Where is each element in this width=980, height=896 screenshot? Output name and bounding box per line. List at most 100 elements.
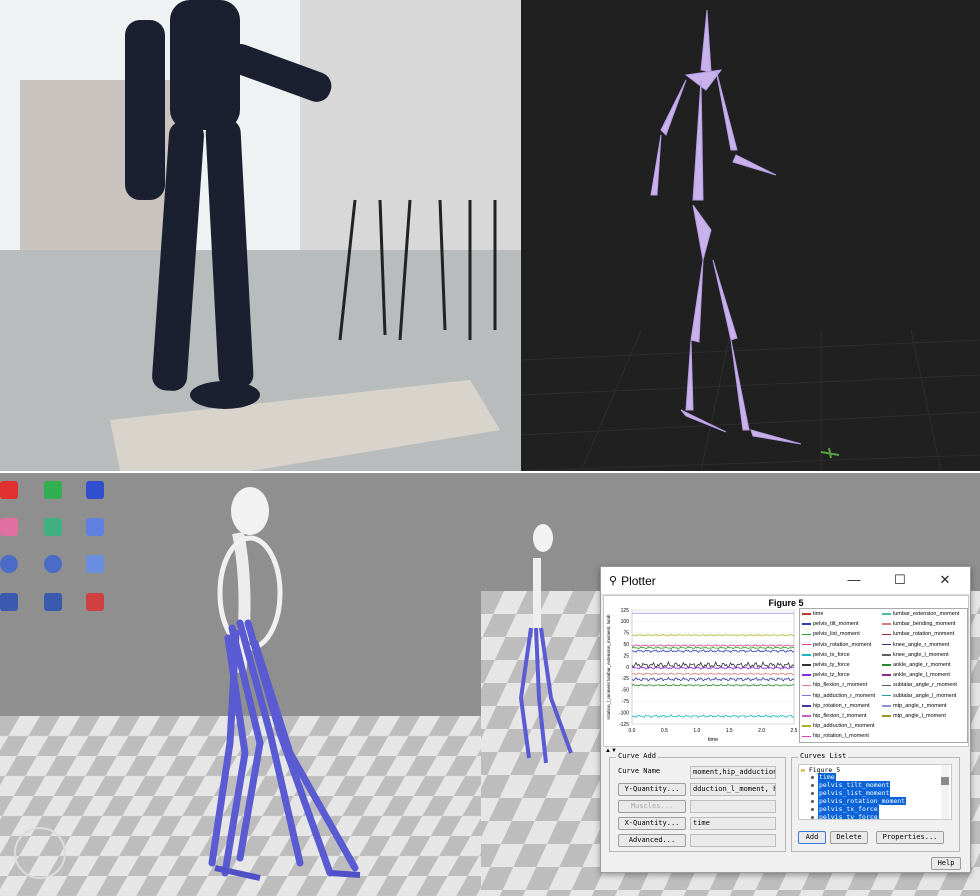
legend-label: mtp_angle_l_moment bbox=[893, 713, 946, 719]
legend-label: pelvis_ty_force bbox=[813, 662, 850, 668]
y-tick-label: -100 bbox=[619, 710, 629, 716]
y-quantity-button[interactable]: Y-Quantity... bbox=[618, 783, 686, 796]
legend-entry: pelvis_rotation_moment bbox=[802, 642, 871, 648]
y-tick-label: 100 bbox=[621, 619, 630, 625]
legend-entry: subtalar_angle_l_moment bbox=[882, 693, 956, 699]
legend-entry: lumbar_extension_moment bbox=[882, 611, 959, 617]
y-tick-label: 0 bbox=[626, 665, 629, 671]
legend-label: pelvis_tilt_moment bbox=[813, 621, 859, 628]
legend-entry: hip_adduction_l_moment bbox=[802, 723, 874, 729]
legend-entry: hip_flexion_l_moment bbox=[802, 713, 867, 719]
legend-entry: hip_adduction_r_moment bbox=[802, 693, 875, 699]
close-button[interactable]: ✕ bbox=[933, 571, 957, 589]
legend-swatch bbox=[802, 735, 811, 738]
legend-entry: pelvis_ty_force bbox=[802, 662, 850, 668]
legend-entry: mtp_angle_l_moment bbox=[882, 713, 946, 719]
legend-label: pelvis_rotation_moment bbox=[813, 641, 872, 648]
legend-label: lumbar_rotation_moment bbox=[893, 631, 955, 638]
x-tick-label: 0.0 bbox=[629, 728, 636, 734]
mocap-viewport bbox=[521, 0, 980, 471]
curves-tree[interactable]: ▬ Figure 5 time pelvis_tilt_moment pelvi… bbox=[798, 764, 952, 820]
maximize-button[interactable]: ☐ bbox=[888, 571, 912, 589]
advanced-button[interactable]: Advanced... bbox=[618, 834, 686, 847]
legend-swatch bbox=[802, 694, 811, 697]
legend-label: hip_rotation_l_moment bbox=[813, 733, 869, 740]
minimize-button[interactable]: — bbox=[842, 571, 866, 589]
legend-entry: pelvis_tx_force bbox=[802, 652, 850, 658]
legend-entry: hip_flexion_r_moment bbox=[802, 682, 867, 688]
legend-swatch bbox=[882, 674, 891, 676]
tree-item[interactable]: time bbox=[811, 773, 836, 781]
legend-swatch bbox=[882, 664, 891, 666]
curve-add-label: Curve Add bbox=[616, 752, 658, 760]
curves-list-group: Curves List ▬ Figure 5 time pelvis_tilt_… bbox=[791, 752, 960, 852]
legend-label: ankle_angle_r_moment bbox=[893, 662, 951, 668]
legend-label: hip_rotation_r_moment bbox=[813, 702, 870, 709]
plotter-window[interactable]: ⚲ Plotter — ☐ ✕ Figure 5 125 100 75 50 25 0 -2… bbox=[600, 566, 971, 873]
x-axis-label: time bbox=[708, 737, 718, 743]
y-tick-label: 25 bbox=[623, 653, 629, 659]
legend-swatch bbox=[802, 674, 811, 676]
legend-swatch bbox=[802, 654, 811, 656]
muscles-button[interactable]: Muscles... bbox=[618, 800, 686, 813]
help-button[interactable]: Help bbox=[931, 857, 961, 870]
legend-entry: ankle_angle_l_moment bbox=[882, 672, 950, 678]
tree-item[interactable]: pelvis_tilt_moment bbox=[811, 781, 891, 789]
legend-label: knee_angle_l_moment bbox=[893, 651, 949, 658]
tree-item[interactable]: pelvis_list_moment bbox=[811, 789, 891, 797]
legend-swatch bbox=[802, 643, 811, 646]
legend-swatch bbox=[802, 633, 811, 636]
y-quantity-field[interactable]: dduction_l_moment, hi bbox=[690, 783, 776, 796]
legend-swatch bbox=[802, 623, 811, 625]
legend-swatch bbox=[882, 613, 891, 615]
tree-scrollbar[interactable] bbox=[941, 765, 949, 819]
legend-label: pelvis_tz_force bbox=[813, 672, 850, 679]
y-tick-label: 75 bbox=[623, 631, 629, 637]
opensim-viewport-left[interactable] bbox=[0, 473, 481, 896]
legend-swatch bbox=[802, 705, 811, 707]
legend-label: hip_adduction_r_moment bbox=[813, 692, 876, 699]
legend-entry: hip_rotation_r_moment bbox=[802, 703, 870, 709]
curves-list-label: Curves List bbox=[798, 752, 849, 760]
delete-curve-button[interactable]: Delete bbox=[830, 831, 868, 844]
curve-name-field[interactable]: moment,hip_adduction_ bbox=[690, 766, 776, 779]
watermark-logo bbox=[14, 827, 66, 879]
tree-item[interactable]: pelvis_ty_force bbox=[811, 813, 879, 819]
legend-label: subtalar_angle_r_moment bbox=[893, 682, 957, 689]
legend-swatch bbox=[882, 715, 891, 717]
legend-label: time bbox=[813, 611, 824, 617]
x-tick-label: 2.0 bbox=[758, 728, 765, 734]
legend-entry: lumbar_rotation_moment bbox=[882, 631, 954, 637]
legend-entry: knee_angle_r_moment bbox=[882, 642, 949, 648]
tree-item[interactable]: pelvis_tx_force bbox=[811, 805, 879, 813]
advanced-field[interactable] bbox=[690, 834, 776, 847]
x-quantity-button[interactable]: X-Quantity... bbox=[618, 817, 686, 830]
legend-entry: pelvis_tilt_moment bbox=[802, 621, 859, 627]
properties-button[interactable]: Properties... bbox=[876, 831, 944, 844]
x-quantity-field[interactable]: time bbox=[690, 817, 776, 830]
add-curve-button[interactable]: Add bbox=[798, 831, 826, 844]
y-tick-label: -125 bbox=[619, 722, 629, 728]
plotter-titlebar: ⚲ Plotter bbox=[601, 567, 970, 595]
legend-entry: pelvis_tz_force bbox=[802, 672, 850, 678]
tree-item[interactable]: pelvis_rotation_moment bbox=[811, 797, 907, 805]
legend-label: lumbar_extension_moment bbox=[893, 611, 960, 617]
mocap-scene bbox=[521, 9, 980, 471]
legend-swatch bbox=[882, 684, 891, 687]
photo-scene bbox=[0, 0, 521, 471]
plot-area[interactable]: 125 100 75 50 25 0 -25 -50 -75 -100 -1250.0 0.5 1.0 1… bbox=[604, 596, 799, 744]
muscles-field[interactable] bbox=[690, 800, 776, 813]
x-tick-label: 0.5 bbox=[661, 728, 668, 734]
legend-entry: hip_rotation_l_moment bbox=[802, 733, 869, 739]
legend-swatch bbox=[882, 694, 891, 697]
x-tick-label: 1.0 bbox=[693, 728, 700, 734]
legend: time pelvis_tilt_moment pelvis_list_moment… bbox=[799, 608, 968, 743]
legend-label: hip_flexion_l_moment bbox=[813, 713, 867, 719]
legend-entry: subtalar_angle_r_moment bbox=[882, 682, 957, 688]
legend-label: pelvis_tx_force bbox=[813, 651, 850, 658]
y-tick-label: -75 bbox=[622, 699, 629, 705]
legend-swatch bbox=[802, 725, 811, 727]
x-tick-label: 2.5 bbox=[791, 728, 798, 734]
legend-label: subtalar_angle_l_moment bbox=[893, 692, 957, 699]
figure-panel[interactable]: Figure 5 125 100 75 50 25 0 -25 -50 -75 -100 -125 0… bbox=[603, 595, 969, 747]
